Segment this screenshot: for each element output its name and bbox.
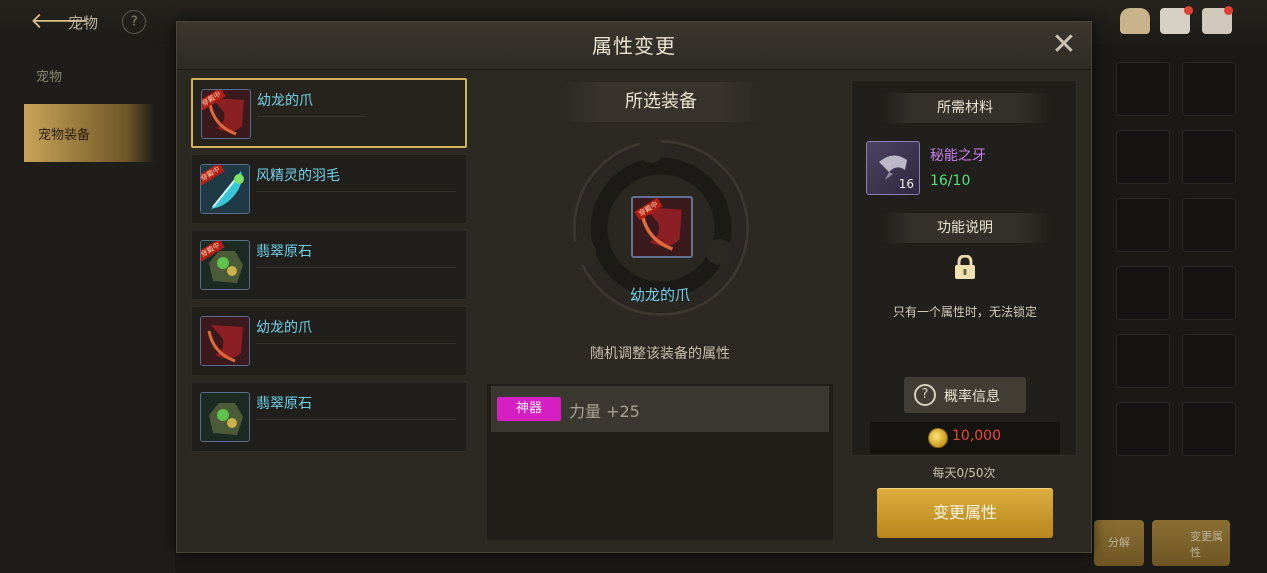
materials-panel: 所需材料 16 秘能之牙 16/10 功能说明 只有一个属性时，无法锁定 ? 概… <box>851 78 1077 554</box>
inventory-slot[interactable] <box>1182 130 1236 184</box>
list-item[interactable]: 翡翠原石 <box>191 382 467 452</box>
lock-description: 只有一个属性时，无法锁定 <box>892 305 1037 319</box>
notification-dot <box>1184 6 1193 15</box>
list-item[interactable]: 穿戴中 翡翠原石 <box>191 230 467 300</box>
selected-item-name: 幼龙的爪 <box>629 286 690 304</box>
materials-box: 所需材料 16 秘能之牙 16/10 功能说明 只有一个属性时，无法锁定 ? 概… <box>851 80 1077 456</box>
attribute-row: 神器 力量 +25 <box>491 386 829 432</box>
material-quantity: 16/10 <box>930 173 971 189</box>
inventory-slot[interactable] <box>1182 198 1236 252</box>
divider <box>256 191 456 192</box>
back-arrow-icon[interactable]: 🡐 <box>30 10 89 34</box>
item-name: 幼龙的爪 <box>257 93 313 109</box>
materials-title: 所需材料 <box>880 93 1050 123</box>
fang-icon[interactable]: 16 <box>866 141 920 195</box>
cost-display: 10,000 <box>870 422 1060 454</box>
item-name: 翡翠原石 <box>256 244 312 260</box>
side-item-pet[interactable]: 宠物 <box>36 66 62 85</box>
divider <box>256 343 456 344</box>
claw-icon: 穿戴中 <box>631 196 693 258</box>
list-item[interactable]: 穿戴中 幼龙的爪 <box>191 78 467 148</box>
notification-dot <box>1224 6 1233 15</box>
inventory-slot[interactable] <box>1182 334 1236 388</box>
close-icon[interactable]: ✕ <box>1049 30 1079 61</box>
material-name: 秘能之牙 <box>930 148 986 164</box>
gold-coin-icon <box>928 428 948 448</box>
inventory-slot[interactable] <box>1182 62 1236 116</box>
decompose-button[interactable]: 分解 <box>1094 520 1144 566</box>
divider <box>256 419 456 420</box>
attribute-change-modal: 属性变更 ✕ 穿戴中 幼龙的爪 穿戴中 风精灵的羽毛 穿戴中 翡翠原石 幼龙的爪… <box>176 21 1092 553</box>
equipment-list: 穿戴中 幼龙的爪 穿戴中 风精灵的羽毛 穿戴中 翡翠原石 幼龙的爪 翡翠原石 <box>189 78 469 554</box>
inventory-slot[interactable] <box>1116 266 1170 320</box>
item-name: 幼龙的爪 <box>256 320 312 336</box>
inventory-slot[interactable] <box>1182 266 1236 320</box>
function-title: 功能说明 <box>880 213 1050 243</box>
bag-icon[interactable] <box>1120 8 1150 34</box>
dial-notch <box>638 137 664 163</box>
inventory-slot[interactable] <box>1116 62 1170 116</box>
inventory-slot[interactable] <box>1116 402 1170 456</box>
emerald-ore-icon: 穿戴中 <box>200 240 250 290</box>
divider <box>256 267 456 268</box>
feather-icon: 穿戴中 <box>200 164 250 214</box>
divider <box>257 116 365 117</box>
emerald-ore-icon <box>200 392 250 442</box>
selected-equipment-panel: 所选装备 穿戴中 幼龙的爪 随机调整该装备的属性 神器 力量 +25 <box>487 78 833 554</box>
claw-icon <box>200 316 250 366</box>
dial-notch <box>706 239 732 265</box>
background-title: 宠物 <box>68 14 99 32</box>
question-icon: ? <box>914 384 936 406</box>
bg-change-attribute-button[interactable]: 变更属性 <box>1152 520 1230 566</box>
item-name: 风精灵的羽毛 <box>256 168 340 184</box>
probability-info-button[interactable]: ? 概率信息 <box>904 377 1026 413</box>
list-item[interactable]: 幼龙的爪 <box>191 306 467 376</box>
side-item-pet-equipment[interactable]: 宠物装备 <box>24 104 154 162</box>
description-text: 随机调整该装备的属性 <box>590 346 730 362</box>
lock-icon <box>954 254 976 279</box>
inventory-slot[interactable] <box>1116 198 1170 252</box>
item-name: 翡翠原石 <box>256 396 312 412</box>
attribute-text: 力量 +25 <box>569 402 640 421</box>
cost-value: 10,000 <box>952 428 1001 444</box>
inventory-slot[interactable] <box>1116 334 1170 388</box>
material-count: 16 <box>898 177 914 191</box>
dial-notch <box>570 239 596 265</box>
artifact-badge: 神器 <box>497 397 561 421</box>
change-attribute-button[interactable]: 变更属性 <box>877 488 1053 538</box>
probability-info-label: 概率信息 <box>944 389 1000 405</box>
inventory-slot[interactable] <box>1182 402 1236 456</box>
list-item[interactable]: 穿戴中 风精灵的羽毛 <box>191 154 467 224</box>
modal-header: 属性变更 ✕ <box>177 22 1091 70</box>
claw-icon: 穿戴中 <box>201 89 251 139</box>
section-title: 所选装备 <box>561 82 761 122</box>
attribute-list: 神器 力量 +25 <box>487 384 833 540</box>
daily-limit: 每天0/50次 <box>932 466 996 480</box>
inventory-slot[interactable] <box>1116 130 1170 184</box>
modal-title: 属性变更 <box>592 34 676 58</box>
